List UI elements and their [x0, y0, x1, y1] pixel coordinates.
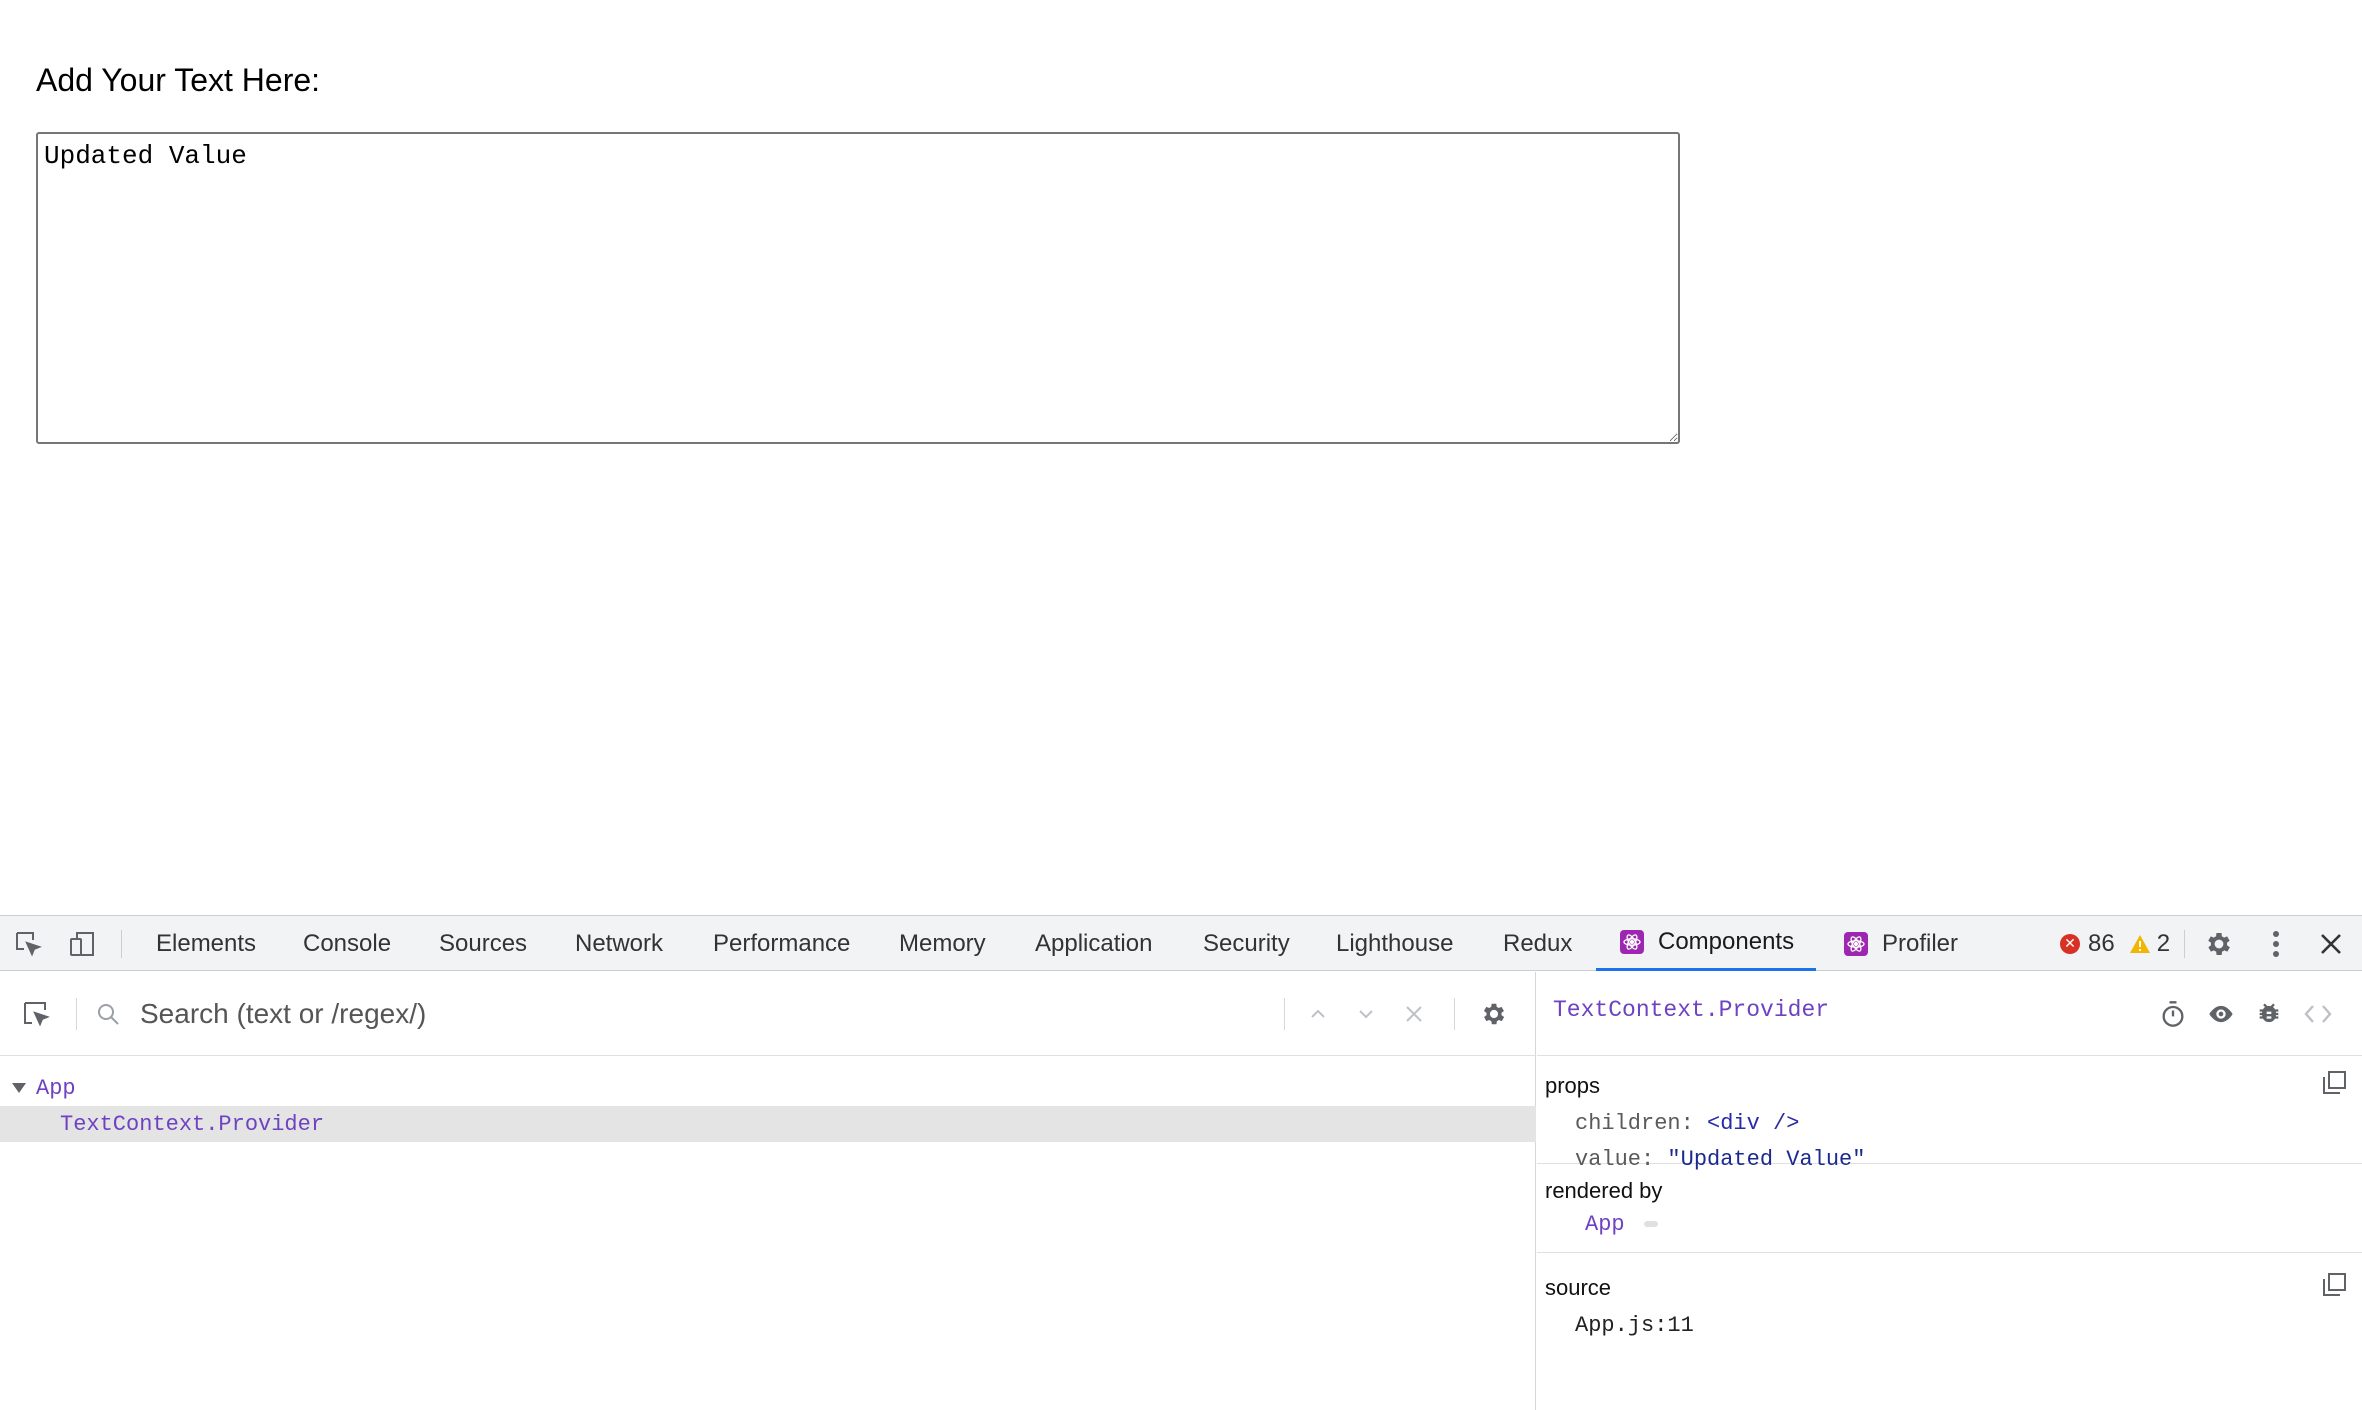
tab-sources[interactable]: Sources — [439, 916, 527, 971]
tree-row-label: App — [36, 1075, 76, 1101]
tab-lighthouse[interactable]: Lighthouse — [1336, 916, 1453, 971]
prop-value: <div /> — [1707, 1111, 1800, 1136]
source-location[interactable]: App.js:11 — [1575, 1313, 1694, 1338]
tab-label: Performance — [713, 929, 851, 957]
inspector-header: TextContext.Provider — [1537, 972, 2362, 1056]
react-icon — [1844, 931, 1868, 956]
tab-application[interactable]: Application — [1035, 916, 1152, 971]
tab-console[interactable]: Console — [303, 916, 391, 971]
page-label: Add Your Text Here: — [36, 62, 321, 98]
close-devtools-icon[interactable] — [2315, 928, 2347, 960]
error-count: 86 — [2088, 929, 2115, 957]
tab-label: Profiler — [1882, 929, 1959, 957]
tab-label: Components — [1658, 928, 1795, 955]
tab-network[interactable]: Network — [575, 916, 663, 971]
text-input[interactable] — [36, 132, 1680, 444]
error-icon: ✕ — [2060, 933, 2080, 954]
prop-colon: : — [1680, 1111, 1708, 1136]
react-icon — [1620, 930, 1644, 954]
chevron-up-icon[interactable] — [1306, 1002, 1330, 1026]
component-tree-pane: App TextContext.Provider — [0, 972, 1536, 1410]
inspected-component-name: TextContext.Provider — [1553, 997, 1830, 1023]
divider — [1454, 998, 1455, 1030]
warning-count: 2 — [2156, 929, 2171, 957]
prop-key: children — [1575, 1111, 1681, 1136]
owner-name: App — [1585, 1212, 1625, 1237]
tab-profiler[interactable]: Profiler — [1844, 916, 1958, 971]
tab-label: Memory — [899, 929, 986, 957]
warning-icon — [2129, 934, 2151, 954]
bug-icon[interactable] — [2255, 1000, 2283, 1028]
section-title: rendered by — [1545, 1178, 1663, 1203]
divider — [121, 930, 122, 958]
search-input[interactable] — [140, 990, 1270, 1038]
tab-components[interactable]: Components — [1596, 916, 1817, 971]
tab-label: Redux — [1503, 929, 1573, 957]
tree-row-app[interactable]: App — [0, 1070, 1536, 1106]
stopwatch-icon[interactable] — [2159, 1000, 2187, 1028]
divider — [1284, 998, 1285, 1030]
devtools-tabbar: Elements Console Sources Network Perform… — [0, 916, 2362, 971]
search-icon — [96, 1002, 120, 1026]
view-source-icon[interactable] — [2303, 1000, 2333, 1028]
copy-icon[interactable] — [2320, 1069, 2348, 1097]
tab-label: Lighthouse — [1336, 929, 1454, 957]
tab-label: Elements — [156, 929, 257, 957]
select-component-icon[interactable] — [20, 998, 52, 1030]
tab-label: Sources — [439, 929, 528, 957]
expand-triangle-icon[interactable] — [12, 1083, 26, 1093]
tab-label: Application — [1035, 929, 1153, 957]
tree-settings-icon[interactable] — [1480, 1000, 1508, 1028]
more-options-icon[interactable] — [2260, 928, 2292, 960]
device-toolbar-icon[interactable] — [66, 928, 98, 960]
issue-counts[interactable]: ✕ 86 2 — [2060, 916, 2170, 971]
props-section: props children: <div /> value: "Updated … — [1537, 1057, 2362, 1172]
tree-row-textcontext-provider[interactable]: TextContext.Provider — [0, 1106, 1536, 1142]
owner-badge — [1643, 1221, 1658, 1228]
tree-row-label: TextContext.Provider — [60, 1111, 325, 1137]
prop-row-children[interactable]: children: <div /> — [1575, 1111, 1799, 1136]
tab-performance[interactable]: Performance — [713, 916, 850, 971]
inspector-pane: TextContext.Provider props children: <di… — [1537, 972, 2362, 1410]
tab-label: Network — [575, 929, 664, 957]
inspect-element-icon[interactable] — [12, 928, 44, 960]
settings-gear-icon[interactable] — [2203, 928, 2235, 960]
tab-memory[interactable]: Memory — [899, 916, 986, 971]
section-title: source — [1545, 1275, 1612, 1300]
chevron-down-icon[interactable] — [1354, 1002, 1378, 1026]
divider — [2184, 930, 2185, 958]
tab-label: Console — [303, 929, 392, 957]
tree-search-bar — [0, 972, 1536, 1056]
source-section: source App.js:11 — [1537, 1253, 2362, 1373]
clear-search-icon[interactable] — [1402, 1002, 1426, 1026]
devtools-panel: Elements Console Sources Network Perform… — [0, 915, 2362, 1410]
tab-label: Security — [1203, 929, 1290, 957]
rendered-by-item[interactable]: App — [1585, 1212, 1658, 1237]
divider — [76, 998, 77, 1030]
section-title: props — [1545, 1073, 1601, 1098]
eye-icon[interactable] — [2207, 1000, 2235, 1028]
rendered-by-section: rendered by App — [1537, 1164, 2362, 1253]
tab-redux[interactable]: Redux — [1503, 916, 1572, 971]
tab-elements[interactable]: Elements — [156, 916, 256, 971]
tab-security[interactable]: Security — [1203, 916, 1290, 971]
copy-icon[interactable] — [2320, 1271, 2348, 1299]
